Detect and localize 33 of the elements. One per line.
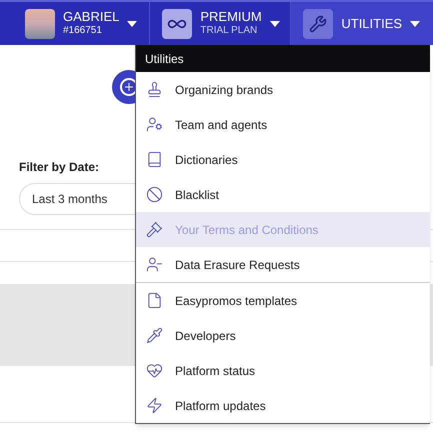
menu-item[interactable]: Dictionaries: [136, 142, 430, 177]
book-icon: [146, 151, 163, 168]
utilities-menu[interactable]: UTILITIES: [291, 2, 433, 45]
user-icon: [146, 256, 163, 273]
menu-item[interactable]: Data Erasure Requests: [136, 247, 430, 282]
plan-subtitle: TRIAL PLAN: [200, 25, 258, 38]
wrench-icon: [303, 8, 334, 38]
menu-item[interactable]: Platform status: [136, 353, 430, 388]
lightning-icon: [146, 397, 163, 414]
pipette-icon: [146, 327, 163, 344]
menu-item[interactable]: Organizing brands: [136, 72, 430, 107]
user-gear-icon: [146, 116, 163, 133]
heart-pulse-icon: [146, 362, 163, 379]
menu-item[interactable]: Team and agents: [136, 107, 430, 142]
caret-icon: [127, 20, 138, 26]
ban-icon: [146, 186, 163, 203]
infinity-icon: [162, 8, 192, 38]
menu-item[interactable]: Platform updates: [136, 388, 430, 423]
photo-placeholder: [25, 8, 55, 38]
account-id: #166751: [63, 25, 102, 38]
menu-item[interactable]: Easypromos templates: [136, 283, 430, 318]
filter-label: Filter by Date:: [19, 159, 100, 176]
utilities-label: UTILITIES: [341, 14, 402, 33]
plan-name: PREMIUM: [200, 9, 262, 26]
account-name: GABRIEL: [63, 9, 120, 26]
stamp-icon: [146, 81, 163, 98]
caret-icon: [270, 20, 280, 26]
dropdown-header: Utilities: [136, 45, 430, 72]
caret-icon: [410, 20, 420, 26]
account-menu[interactable]: GABRIEL #166751: [0, 2, 150, 45]
file-icon: [146, 292, 163, 309]
menu-item[interactable]: Developers: [136, 318, 430, 353]
gavel-icon: [146, 221, 163, 238]
